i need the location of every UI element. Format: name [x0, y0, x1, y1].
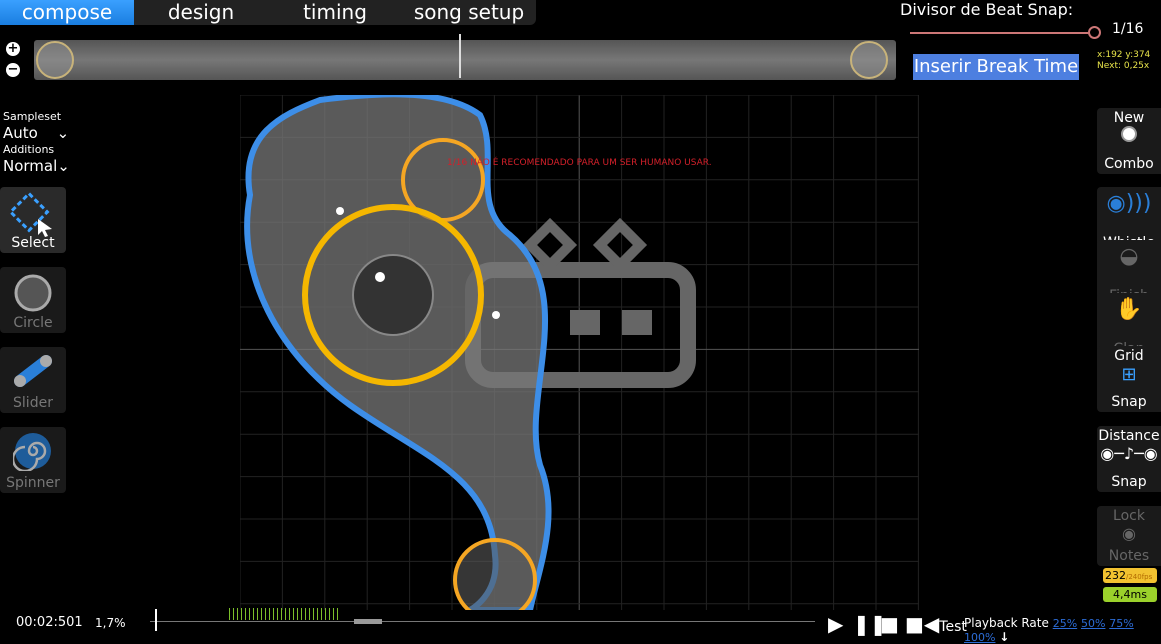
tool-slider[interactable]: Slider [0, 347, 66, 413]
select-icon [8, 191, 52, 237]
combo-icon [1121, 126, 1137, 142]
additions-value: Normal [3, 157, 58, 175]
tool-label: Circle [13, 315, 53, 331]
beat-snap-knob[interactable] [1088, 26, 1101, 39]
frame-time: 4,4ms [1103, 587, 1157, 602]
sampleset-label: Sampleset [3, 110, 62, 123]
rate-25[interactable]: 25% [1053, 617, 1077, 630]
additions-label: Additions [3, 143, 55, 156]
fps-counter: 232/240fps [1103, 568, 1157, 583]
distance-icon: ◉─♪─◉ [1100, 444, 1158, 463]
slider-ball-highlight [375, 272, 385, 282]
fps-max: /240fps [1126, 573, 1153, 581]
whistle-icon: ◉))) [1106, 191, 1152, 216]
test-button[interactable]: ■◀Test [905, 612, 967, 636]
playback-rate: Playback Rate 25% 50% 75% 100% ↓ [964, 616, 1161, 644]
snap-warning: 1/16 NÃO É RECOMENDADO PARA UM SER HUMAN… [447, 158, 712, 168]
lock-notes-label: Lock [1113, 508, 1145, 524]
tool-label: Spinner [6, 475, 60, 491]
cursor-coords: x:192 y:374 Next: 0,25x [1097, 50, 1150, 72]
mode-tabs: compose design timing song setup [0, 0, 536, 25]
distance-snap-toggle[interactable]: Distance ◉─♪─◉ Snap [1097, 426, 1161, 492]
seek-marker[interactable] [155, 609, 157, 631]
playfield[interactable] [240, 95, 919, 610]
beat-snap-label: Divisor de Beat Snap: [900, 0, 1074, 19]
distance-snap-label: Snap [1111, 474, 1147, 490]
new-combo-label: Combo [1104, 156, 1154, 172]
grid-snap-toggle[interactable]: Grid ⊞ Snap [1097, 346, 1161, 412]
rate-75[interactable]: 75% [1109, 617, 1133, 630]
tab-compose[interactable]: compose [0, 0, 134, 25]
tab-song-setup[interactable]: song setup [402, 0, 536, 25]
anchor-point[interactable] [492, 311, 500, 319]
position-text: x:192 y:374 [1097, 50, 1151, 60]
chevron-down-icon: ⌄ [56, 124, 70, 142]
next-text: Next: 0,25x [1097, 61, 1150, 71]
rate-50[interactable]: 50% [1081, 617, 1105, 630]
zoom-out-icon[interactable]: − [6, 63, 20, 77]
tab-timing[interactable]: timing [268, 0, 402, 25]
sampleset-dropdown[interactable]: Auto ⌄ [3, 124, 69, 142]
zoom-in-icon[interactable]: + [6, 42, 20, 56]
circle-icon [14, 274, 52, 312]
additions-dropdown[interactable]: Normal⌄ [3, 157, 70, 175]
tab-design[interactable]: design [134, 0, 268, 25]
tool-circle[interactable]: Circle [0, 267, 66, 333]
lock-icon: ◉ [1122, 524, 1136, 543]
play-button[interactable]: ▶ [828, 612, 843, 636]
grid-icon: ⊞ [1121, 364, 1137, 385]
arrow-down-icon: ↓ [999, 630, 1010, 644]
cymbal-icon: ◒ [1119, 244, 1139, 269]
timeline-cursor[interactable] [459, 34, 461, 78]
tool-spinner[interactable]: Spinner [0, 427, 66, 493]
grid-snap-label: Snap [1111, 394, 1147, 410]
fps-value: 232 [1105, 569, 1126, 582]
tool-select[interactable]: Select [0, 187, 66, 253]
rate-100[interactable]: 100% [964, 631, 995, 644]
anchor-point[interactable] [336, 207, 344, 215]
stop-button[interactable]: ■ [880, 612, 899, 636]
lock-notes-toggle[interactable]: Lock ◉ Notes [1097, 506, 1161, 566]
tool-label: Select [11, 235, 55, 251]
test-label: Test [939, 619, 967, 635]
timeline[interactable] [34, 34, 896, 80]
beat-snap-slider[interactable] [910, 32, 1090, 34]
new-combo-label: New [1113, 110, 1145, 126]
slider-ball [352, 254, 434, 336]
insert-break-button[interactable]: Inserir Break Time [913, 54, 1079, 80]
distance-snap-label: Distance [1098, 428, 1160, 444]
new-combo-toggle[interactable]: New Combo [1097, 108, 1161, 174]
slider-icon [14, 355, 52, 387]
clap-icon: ✋ [1115, 297, 1143, 322]
chevron-down-icon: ⌄ [57, 157, 70, 175]
grid-snap-label: Grid [1114, 348, 1144, 364]
current-time: 00:02:501 [16, 615, 83, 630]
lock-notes-label: Notes [1108, 548, 1150, 564]
break-marker [354, 619, 382, 624]
camera-icon: ■◀ [905, 612, 940, 636]
spinner-icon [11, 433, 51, 473]
sampleset-value: Auto [3, 124, 38, 142]
song-seek-bar[interactable] [150, 621, 815, 622]
kiai-marks [229, 608, 339, 620]
playback-rate-label: Playback Rate [964, 616, 1049, 630]
timeline-object[interactable] [850, 41, 888, 79]
tool-label: Slider [13, 395, 53, 411]
timeline-object[interactable] [36, 41, 74, 79]
beat-snap-value: 1/16 [1112, 21, 1144, 37]
hit-circle[interactable] [453, 538, 537, 610]
song-progress: 1,7% [95, 616, 126, 630]
